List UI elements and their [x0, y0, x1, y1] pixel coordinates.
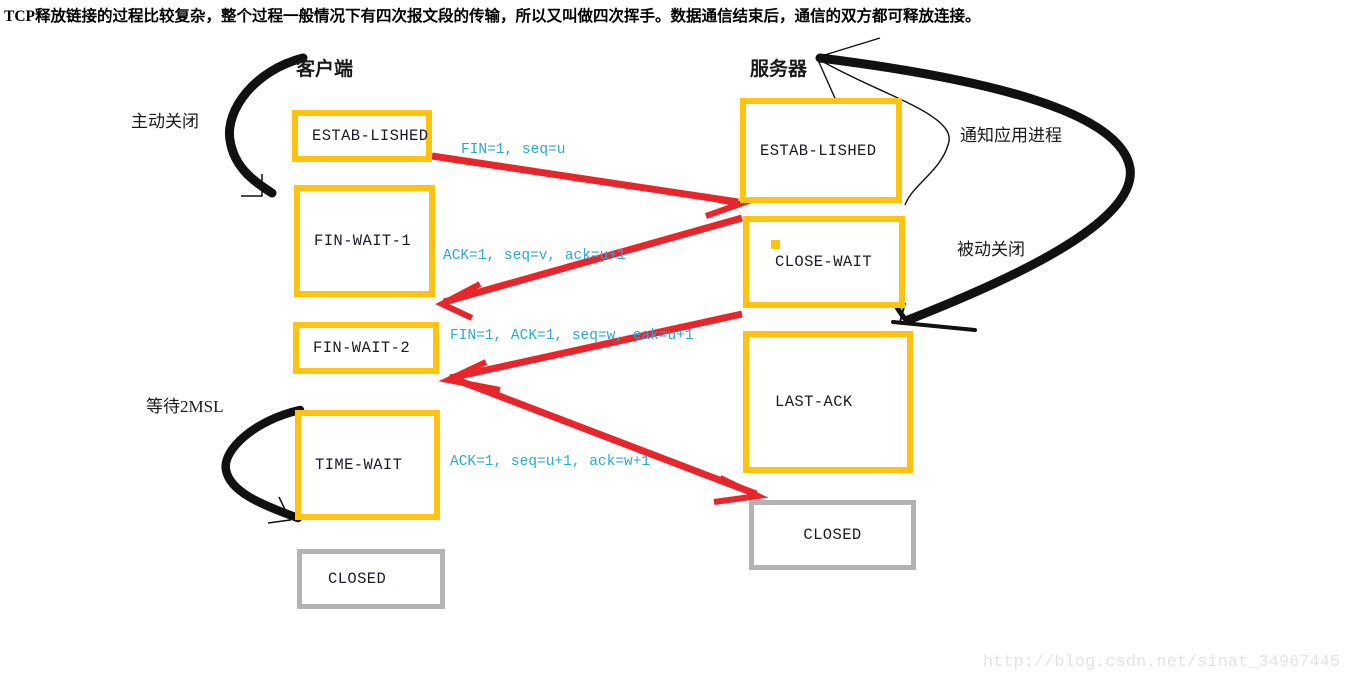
state-box-server-established[interactable]: ESTAB-LISHED — [740, 98, 902, 203]
server-title: 服务器 — [750, 59, 808, 80]
state-label: LAST-ACK — [775, 393, 853, 411]
state-label: CLOSED — [328, 570, 387, 588]
client-wait-2msl-label: 等待2MSL — [146, 397, 224, 416]
message-arrow-1 — [431, 152, 752, 219]
client-active-close-label: 主动关闭 — [131, 112, 199, 131]
message-arrow-2 — [435, 214, 743, 321]
page-title: TCP释放链接的过程比较复杂，整个过程一般情况下有四次报文段的传输，所以又叫做四… — [4, 8, 981, 25]
message-label-2: ACK=1, seq=v, ack=u+1 — [443, 248, 626, 264]
state-label: TIME-WAIT — [315, 456, 403, 474]
client-wait-2msl-curve — [221, 405, 305, 524]
state-label: FIN-WAIT-1 — [314, 232, 412, 250]
server-passive-close-label: 被动关闭 — [957, 240, 1025, 259]
message-label-3: FIN=1, ACK=1, seq=w, eak=u+1 — [450, 328, 694, 344]
state-box-client-time-wait[interactable]: TIME-WAIT — [295, 410, 440, 520]
watermark: http://blog.csdn.net/sinat_34967445 — [982, 653, 1340, 672]
client-title: 客户端 — [296, 59, 354, 80]
message-arrow-3 — [438, 310, 743, 393]
message-arrow-4 — [450, 374, 769, 505]
state-label: ESTAB-LISHED — [312, 127, 429, 145]
state-box-server-closed[interactable]: CLOSED — [749, 500, 916, 570]
state-box-client-fin-wait-1[interactable]: FIN-WAIT-1 — [294, 185, 435, 297]
state-box-server-last-ack[interactable]: LAST-ACK — [743, 331, 913, 473]
state-label: CLOSED — [803, 526, 862, 544]
message-label-4: ACK=1, seq=u+1, ack=w+1 — [450, 454, 651, 470]
state-box-client-fin-wait-2[interactable]: FIN-WAIT-2 — [293, 322, 439, 374]
server-notify-app-label: 通知应用进程 — [960, 126, 1062, 145]
state-label: ESTAB-LISHED — [760, 141, 877, 160]
diagram-canvas: TCP释放链接的过程比较复杂，整个过程一般情况下有四次报文段的传输，所以又叫做四… — [0, 0, 1348, 686]
state-label: CLOSE-WAIT — [775, 253, 873, 271]
state-label: FIN-WAIT-2 — [313, 339, 411, 357]
message-label-1: FIN=1, seq=u — [461, 142, 566, 158]
state-box-client-closed[interactable]: CLOSED — [297, 549, 445, 609]
orange-square-artifact — [771, 240, 780, 249]
state-box-client-established[interactable]: ESTAB-LISHED — [292, 110, 432, 162]
state-box-server-close-wait[interactable]: CLOSE-WAIT — [743, 216, 905, 308]
